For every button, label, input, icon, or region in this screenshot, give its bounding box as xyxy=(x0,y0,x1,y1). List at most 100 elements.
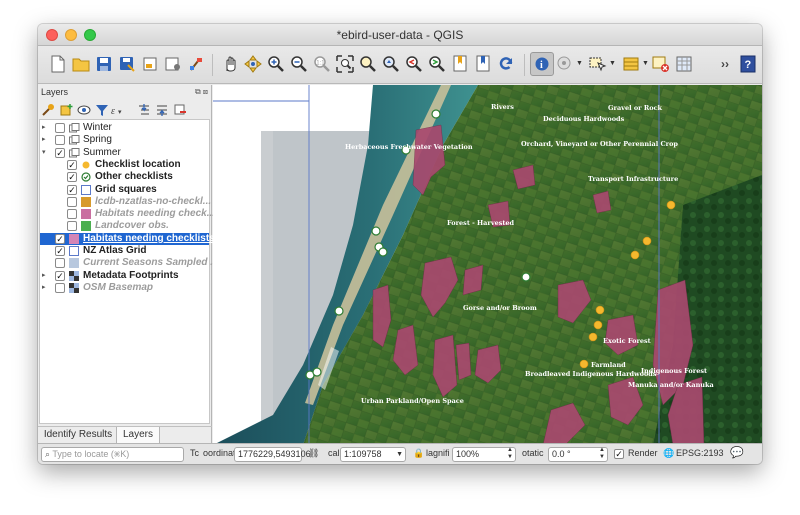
layer-item-landcover-obs[interactable]: Landcover obs. xyxy=(40,220,209,232)
zoom-out-icon[interactable] xyxy=(287,52,311,76)
rotation-spin-icon[interactable]: ▲ ▼ xyxy=(599,447,605,461)
tab-layers[interactable]: Layers xyxy=(116,427,160,444)
coordinate-field[interactable]: 1776229,5493106 xyxy=(234,447,311,462)
collapse-arrow-icon[interactable]: ▾ xyxy=(42,147,50,159)
panel-float-close-buttons[interactable]: ⧉ ⊠ xyxy=(195,87,208,97)
zoom-full-icon[interactable] xyxy=(333,52,357,76)
layer-item-nz-atlas-grid[interactable]: ✓ NZ Atlas Grid xyxy=(40,245,209,257)
layer-item-summer[interactable]: ▾ ✓ Summer xyxy=(40,147,209,159)
layer-label: OSM Basemap xyxy=(83,281,154,293)
layer-item-other-checklists[interactable]: ✓ Other checklists xyxy=(40,171,209,183)
lock-extents-icon[interactable]: ⛓ xyxy=(308,448,319,459)
toggle-extents-label[interactable]: Tc xyxy=(190,448,199,458)
measure-icon[interactable] xyxy=(553,52,577,76)
layer-item-lcdb-nzatlas-no-checkl[interactable]: lcdb-nzatlas-no-checkl... xyxy=(40,196,211,208)
layer-visibility-checkbox[interactable] xyxy=(67,209,77,220)
collapse-all-icon[interactable] xyxy=(154,102,170,118)
layer-visibility-checkbox[interactable]: ✓ xyxy=(55,147,65,158)
help-icon[interactable]: ? xyxy=(736,52,760,76)
layer-item-habitats-needing-check[interactable]: Habitats needing check... xyxy=(40,208,215,220)
deselect-icon[interactable] xyxy=(649,52,673,76)
new-print-layout-icon[interactable] xyxy=(138,52,162,76)
expand-all-icon[interactable] xyxy=(136,102,152,118)
save-as-icon[interactable] xyxy=(115,52,139,76)
layer-item-winter[interactable]: ▸ Winter xyxy=(40,122,209,134)
magnifier-value: 100% xyxy=(456,449,480,459)
search-icon: ⌕ xyxy=(45,449,51,459)
magnifier-spin-icon[interactable]: ▲ ▼ xyxy=(507,447,513,461)
locate-placeholder: Type to locate (⌘K) xyxy=(52,449,130,459)
expand-arrow-icon[interactable]: ▸ xyxy=(42,282,50,294)
zoom-next-icon[interactable] xyxy=(425,52,449,76)
crs-globe-icon[interactable]: 🌐 xyxy=(663,448,674,459)
fill-swatch-icon xyxy=(69,233,79,244)
render-checkbox[interactable]: ✓ xyxy=(614,449,624,459)
layer-label: Current Seasons Sampled ... xyxy=(83,257,219,269)
scale-field[interactable]: 1:109758 ▼ xyxy=(340,447,406,462)
layer-visibility-checkbox[interactable]: ✓ xyxy=(67,159,77,170)
save-project-icon[interactable] xyxy=(92,52,116,76)
zoom-native-icon[interactable]: 1:1 xyxy=(310,52,334,76)
layer-visibility-checkbox[interactable] xyxy=(67,196,77,207)
tab-identify-results[interactable]: Identify Results xyxy=(40,427,116,444)
expand-arrow-icon[interactable]: ▸ xyxy=(42,122,50,134)
layer-item-grid-squares[interactable]: ✓ Grid squares xyxy=(40,184,209,196)
select-features-icon[interactable] xyxy=(586,52,610,76)
expand-arrow-icon[interactable]: ▸ xyxy=(42,134,50,146)
field-calculator-icon[interactable] xyxy=(672,52,696,76)
filter-legend-icon[interactable] xyxy=(94,102,110,118)
layer-item-osm-basemap[interactable]: ▸ OSM Basemap xyxy=(40,282,209,294)
zoom-in-icon[interactable] xyxy=(264,52,288,76)
fill-swatch-icon xyxy=(81,209,91,220)
layer-visibility-checkbox[interactable]: ✓ xyxy=(55,233,65,244)
layer-visibility-checkbox[interactable]: ✓ xyxy=(55,246,65,256)
layer-item-current-seasons-sampled[interactable]: Current Seasons Sampled ... xyxy=(40,257,219,269)
layer-item-spring[interactable]: ▸ Spring xyxy=(40,134,209,146)
zoom-to-layer-icon[interactable] xyxy=(379,52,403,76)
layer-visibility-checkbox[interactable] xyxy=(55,123,65,133)
rotation-field[interactable]: 0.0 ° ▲ ▼ xyxy=(548,447,608,462)
svg-text:ε: ε xyxy=(111,106,115,117)
layout-manager-icon[interactable] xyxy=(161,52,185,76)
layer-item-habitats-needing-checklists[interactable]: ✓ Habitats needing checklists xyxy=(40,232,215,245)
layer-visibility-checkbox[interactable]: ✓ xyxy=(67,184,77,195)
refresh-icon[interactable] xyxy=(494,52,518,76)
open-project-icon[interactable] xyxy=(69,52,93,76)
manage-themes-icon[interactable] xyxy=(76,102,92,118)
pan-icon[interactable] xyxy=(218,52,242,76)
layer-visibility-checkbox[interactable]: ✓ xyxy=(55,270,65,281)
add-group-icon[interactable] xyxy=(58,102,74,118)
new-bookmark-icon[interactable] xyxy=(448,52,472,76)
layer-visibility-checkbox[interactable] xyxy=(67,221,77,232)
map-canvas[interactable]: Rivers Deciduous Hardwoods Gravel or Rock H… xyxy=(213,85,762,445)
layer-visibility-checkbox[interactable]: ✓ xyxy=(67,172,77,183)
layer-item-checklist-location[interactable]: ✓ Checklist location xyxy=(40,159,209,171)
layer-visibility-checkbox[interactable] xyxy=(55,258,65,269)
layer-label: Habitats needing checklists xyxy=(83,232,215,244)
more-tools-icon[interactable]: ›› xyxy=(713,52,737,76)
map-label-broadleaved-indigenous-hardwoods: Broadleaved Indigenous Hardwoods xyxy=(525,370,657,378)
attribute-table-icon[interactable] xyxy=(619,52,643,76)
zoom-to-selection-icon[interactable] xyxy=(356,52,380,76)
lock-scale-icon[interactable]: 🔒 xyxy=(413,448,424,459)
layer-label: Habitats needing check... xyxy=(95,208,216,220)
identify-icon[interactable]: i xyxy=(530,52,554,76)
filter-expression-icon[interactable]: ε ▾ xyxy=(110,102,126,118)
locate-input[interactable]: ⌕ Type to locate (⌘K) xyxy=(41,447,184,462)
scale-dropdown-icon[interactable]: ▼ xyxy=(396,448,403,461)
remove-layer-icon[interactable] xyxy=(172,102,188,118)
open-styling-icon[interactable] xyxy=(40,102,56,118)
zoom-last-icon[interactable] xyxy=(402,52,426,76)
layer-visibility-checkbox[interactable] xyxy=(55,282,65,293)
grid-square-icon xyxy=(69,246,79,256)
crs-label[interactable]: EPSG:2193 xyxy=(676,448,724,458)
new-project-icon[interactable] xyxy=(46,52,70,76)
pan-to-selection-icon[interactable] xyxy=(241,52,265,76)
layer-item-metadata-footprints[interactable]: ▸ ✓ Metadata Footprints xyxy=(40,270,209,282)
messages-icon[interactable]: 💬 xyxy=(730,446,744,459)
magnifier-field[interactable]: 100% ▲ ▼ xyxy=(452,447,516,462)
style-manager-icon[interactable] xyxy=(184,52,208,76)
expand-arrow-icon[interactable]: ▸ xyxy=(42,270,50,282)
show-bookmarks-icon[interactable] xyxy=(471,52,495,76)
layer-visibility-checkbox[interactable] xyxy=(55,135,65,146)
